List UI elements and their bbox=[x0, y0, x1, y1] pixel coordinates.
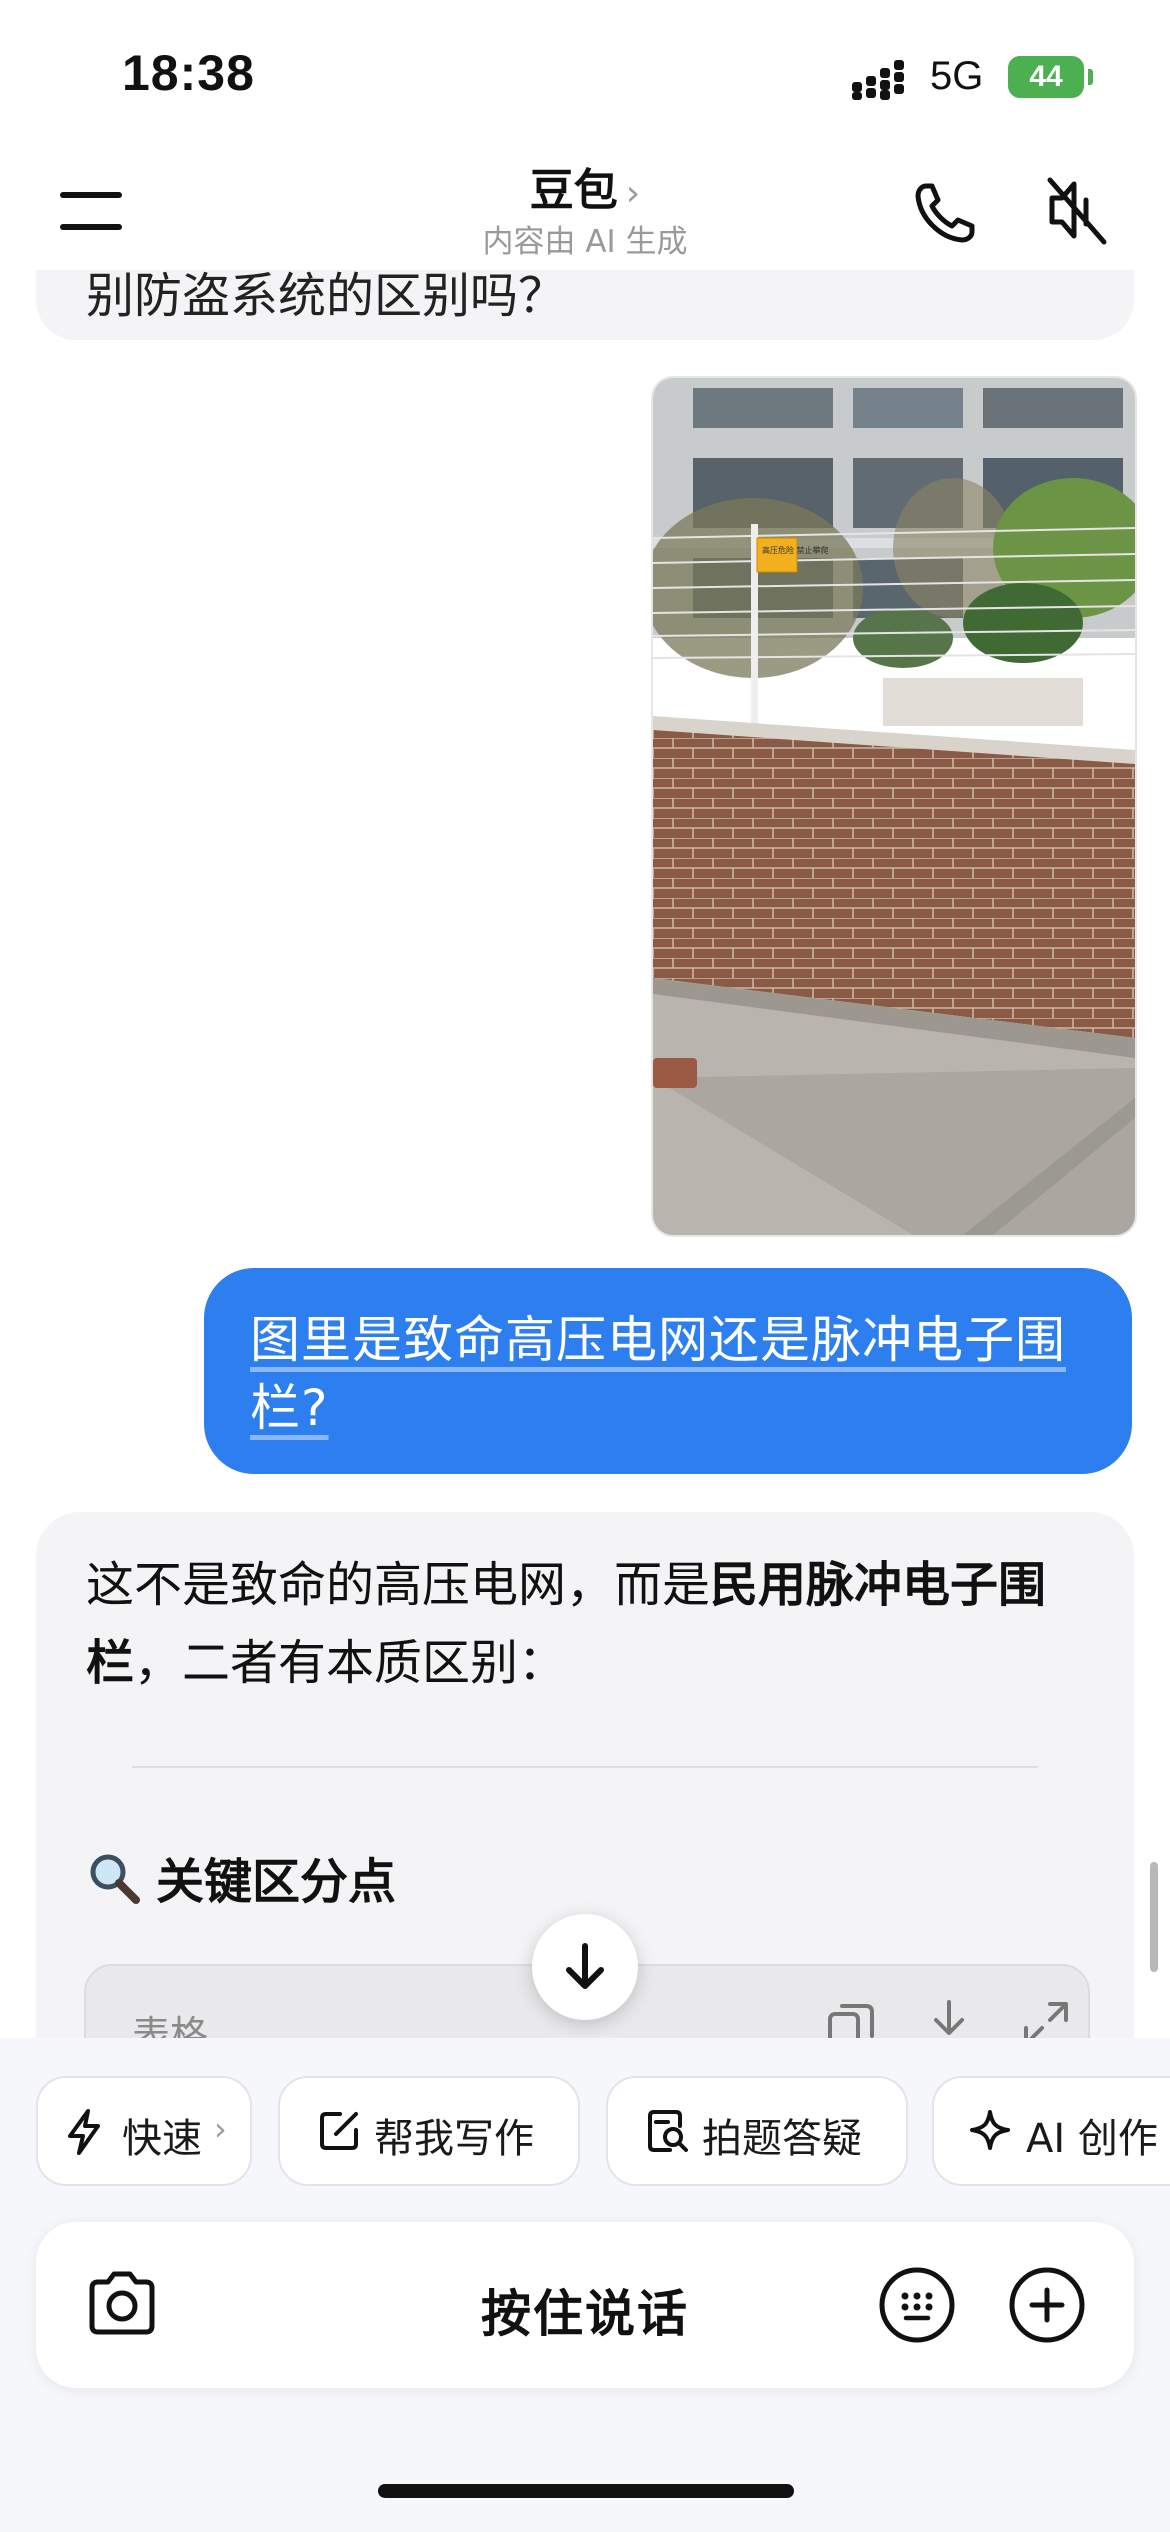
sparkle-icon bbox=[970, 2110, 1010, 2150]
lightning-icon bbox=[68, 2109, 100, 2155]
scroll-to-bottom-button[interactable] bbox=[532, 1914, 638, 2020]
user-message-bubble[interactable]: 图里是致命高压电网还是脉冲电子围栏? bbox=[204, 1268, 1132, 1474]
status-bar: 18:38 5G 44 bbox=[0, 0, 1170, 140]
quick-action-fast[interactable]: 快速 › bbox=[36, 2076, 252, 2186]
user-photo[interactable]: 高压危险 禁止攀爬 bbox=[651, 376, 1137, 1237]
phone-icon[interactable] bbox=[912, 180, 978, 246]
keyboard-icon[interactable] bbox=[878, 2266, 956, 2344]
chat-header: 豆包 › 内容由 AI 生成 bbox=[0, 140, 1170, 270]
ai-intro-part-2: ，二者有本质区别： bbox=[134, 1635, 567, 1691]
divider bbox=[132, 1766, 1038, 1768]
photo-electric-fence-scene: 高压危险 禁止攀爬 bbox=[653, 378, 1135, 1235]
quick-action-label: 拍题答疑 bbox=[702, 2116, 862, 2162]
warning-sign-text: 高压危险 禁止攀爬 bbox=[762, 545, 829, 555]
speaker-muted-icon[interactable] bbox=[1044, 176, 1110, 248]
ai-disclaimer: 内容由 AI 生成 bbox=[482, 224, 688, 260]
ai-intro-part-1: 这不是致命的高压电网，而是 bbox=[86, 1557, 711, 1613]
network-type: 5G bbox=[930, 54, 984, 98]
quick-action-label: 帮我写作 bbox=[374, 2116, 534, 2162]
magnifier-icon bbox=[90, 1854, 140, 1904]
battery-indicator: 44 bbox=[1008, 56, 1084, 98]
quick-action-ai-create[interactable]: AI 创作 bbox=[932, 2076, 1170, 2186]
arrow-down-icon bbox=[566, 1943, 604, 1989]
bot-title[interactable]: 豆包 › bbox=[0, 154, 1170, 218]
photo-search-icon bbox=[648, 2110, 688, 2152]
quick-action-photo-question[interactable]: 拍题答疑 bbox=[606, 2076, 908, 2186]
ai-intro-text: 这不是致命的高压电网，而是民用脉冲电子围栏，二者有本质区别： bbox=[86, 1546, 1096, 1702]
plus-icon[interactable] bbox=[1008, 2266, 1086, 2344]
status-time: 18:38 bbox=[122, 45, 255, 101]
chevron-right-icon: › bbox=[625, 173, 641, 214]
edit-icon bbox=[320, 2112, 358, 2150]
bot-name: 豆包 bbox=[529, 165, 618, 216]
voice-input-bar[interactable]: 按住说话 bbox=[36, 2222, 1134, 2388]
quick-action-writing[interactable]: 帮我写作 bbox=[278, 2076, 580, 2186]
quick-action-label: AI 创作 bbox=[1026, 2116, 1158, 2162]
section-heading-text: 关键区分点 bbox=[156, 1854, 397, 1910]
scrollbar-thumb[interactable] bbox=[1150, 1862, 1158, 1972]
user-message-text: 图里是致命高压电网还是脉冲电子围栏? bbox=[250, 1311, 1066, 1437]
section-heading: 关键区分点 bbox=[86, 1842, 396, 1912]
battery-cap bbox=[1088, 69, 1093, 85]
chevron-right-icon: › bbox=[214, 2110, 227, 2148]
home-indicator[interactable] bbox=[378, 2484, 794, 2498]
quick-action-label: 快速 bbox=[122, 2116, 202, 2162]
hold-to-talk-label: 按住说话 bbox=[481, 2285, 689, 2343]
signal-icon bbox=[852, 60, 904, 100]
